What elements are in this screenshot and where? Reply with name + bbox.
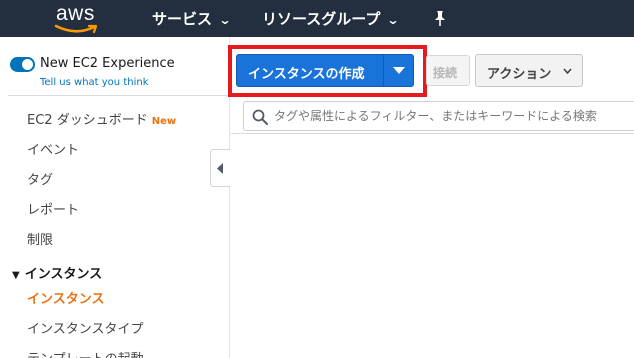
chevron-down-icon [563,68,572,74]
actions-button[interactable]: アクション [475,54,583,87]
caret-down-icon: ▼ [12,270,20,281]
sidebar-item-label: EC2 ダッシュボード [27,113,148,128]
new-experience-toggle[interactable] [10,57,35,72]
toggle-knob [22,59,33,70]
search-input[interactable] [274,106,632,126]
connect-label: 接続 [433,66,458,80]
sidebar-section-title: インスタンス [24,267,103,282]
aws-logo[interactable]: aws [54,2,104,34]
sidebar-section-instances[interactable]: ▼ インスタンス [12,263,102,282]
caret-left-icon [217,163,223,174]
launch-instance-button[interactable]: インスタンスの作成 [236,54,414,87]
feedback-link[interactable]: Tell us what you think [40,77,149,88]
sidebar-collapse-button[interactable] [210,149,230,187]
sidebar-item-launch-templates[interactable]: テンプレートの起動 [27,348,144,358]
sidebar-item-events[interactable]: イベント [27,139,79,158]
sidebar-divider [8,95,230,96]
top-navigation-bar: aws サービス ⌄ リソースグループ ⌄ [0,0,634,37]
actions-label: アクション [487,67,552,82]
new-badge: New [151,116,177,127]
sidebar: New EC2 Experience Tell us what you thin… [0,37,230,358]
aws-smile-icon [54,24,98,34]
sidebar-item-reports[interactable]: レポート [27,199,79,218]
sidebar-item-instance-types[interactable]: インスタンスタイプ [27,318,143,337]
sidebar-item-tags[interactable]: タグ [27,169,53,188]
aws-logo-text: aws [56,2,95,25]
pin-icon[interactable] [432,10,448,28]
caret-down-icon [393,67,405,74]
filter-search-box[interactable] [243,101,634,131]
services-menu-label: サービス [152,10,213,28]
sidebar-item-instances[interactable]: インスタンス [27,288,104,307]
launch-instance-label: インスタンスの作成 [248,67,365,82]
toolbar-divider [231,133,634,134]
search-icon [252,109,268,125]
chevron-down-icon: ⌄ [218,13,232,27]
launch-options-dropdown[interactable] [385,55,413,86]
button-divider [383,55,384,86]
sidebar-item-ec2-dashboard[interactable]: EC2 ダッシュボード New [27,109,176,128]
connect-button[interactable]: 接続 [426,55,470,86]
services-menu[interactable]: サービス ⌄ [152,8,232,29]
resource-groups-label: リソースグループ [262,10,381,28]
new-experience-title: New EC2 Experience [40,56,175,71]
chevron-down-icon: ⌄ [386,13,400,27]
resource-groups-menu[interactable]: リソースグループ ⌄ [262,8,400,29]
sidebar-item-limits[interactable]: 制限 [27,229,53,248]
